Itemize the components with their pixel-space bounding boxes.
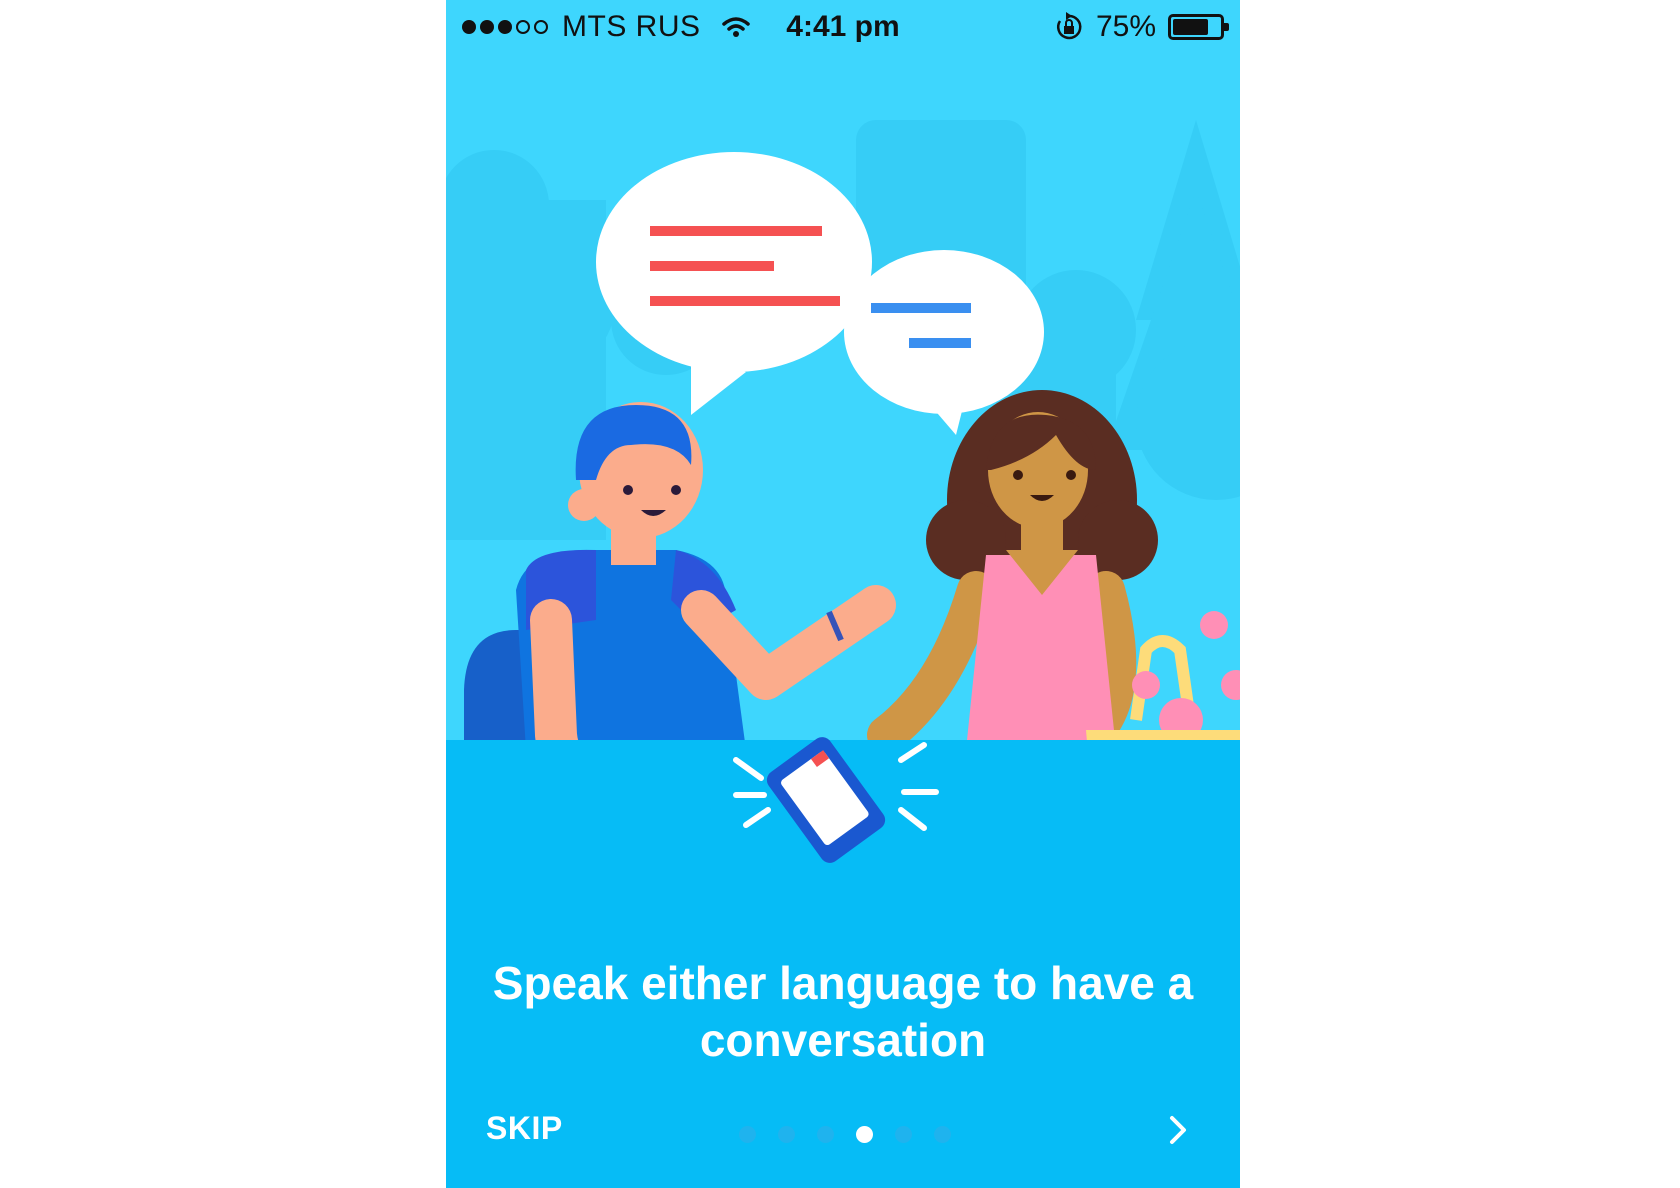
page-dot[interactable] <box>934 1126 951 1143</box>
page-dot-active[interactable] <box>856 1126 873 1143</box>
page-dot[interactable] <box>739 1126 756 1143</box>
skip-button[interactable]: SKIP <box>486 1110 563 1147</box>
battery-icon <box>1168 14 1229 40</box>
onboarding-footer: SKIP <box>446 1100 1240 1160</box>
page-dot[interactable] <box>895 1126 912 1143</box>
caption-line-1: Speak either language to have a <box>492 957 1194 1009</box>
page-indicator <box>739 1126 951 1143</box>
page-dot[interactable] <box>817 1126 834 1143</box>
battery-cap <box>1224 23 1229 31</box>
status-bar: MTS RUS 4:41 pm 75% <box>446 0 1240 60</box>
onboarding-caption: Speak either language to have a conversa… <box>476 955 1210 1069</box>
caption-line-2: conversation <box>699 1014 987 1066</box>
phone-on-table-icon <box>733 737 939 863</box>
battery-percent: 75% <box>1095 10 1156 43</box>
page-dot[interactable] <box>778 1126 795 1143</box>
speech-bubble-left <box>596 152 872 415</box>
rotation-lock-icon <box>1056 12 1082 40</box>
chevron-right-icon[interactable] <box>1158 1110 1198 1150</box>
battery-fill <box>1173 19 1208 35</box>
status-right: 75% <box>1054 10 1229 44</box>
phone-screen: MTS RUS 4:41 pm 75% Speak either languag… <box>446 0 1240 1188</box>
